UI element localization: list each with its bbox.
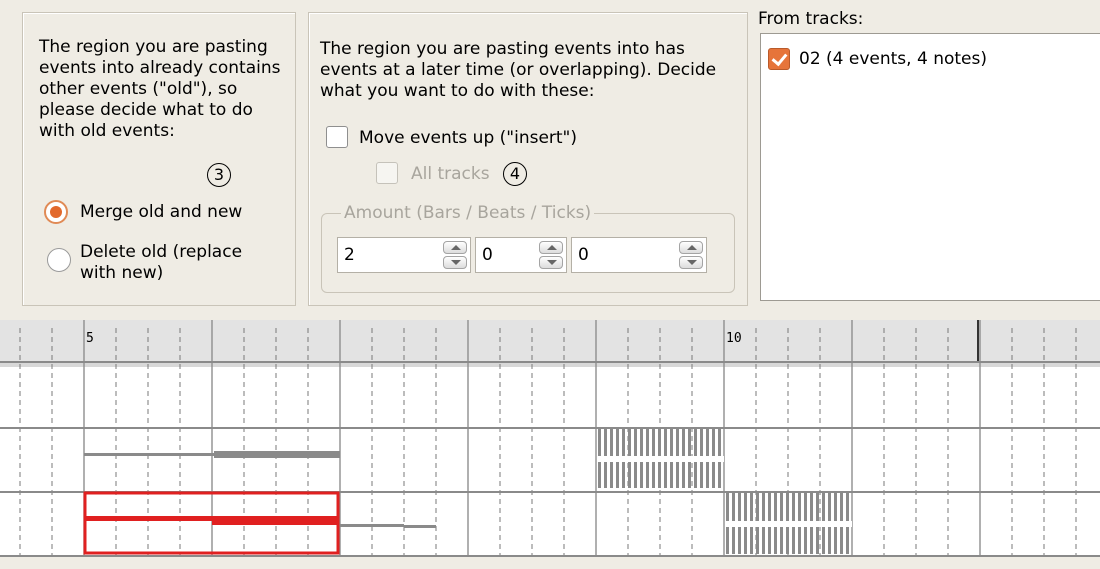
ticks-up-button[interactable] — [679, 241, 703, 254]
note-event — [404, 525, 436, 528]
callout-3: 3 — [207, 163, 231, 187]
callout-4: 4 — [503, 162, 527, 186]
later-events-description: The region you are pasting events into h… — [320, 39, 717, 101]
dense-event-gap — [726, 521, 852, 527]
selected-note-event — [212, 516, 338, 525]
dense-event-gap — [598, 456, 724, 462]
tracks-list[interactable]: 02 (4 events, 4 notes) — [760, 33, 1100, 301]
beats-up-button[interactable] — [539, 241, 563, 254]
bars-down-button[interactable] — [443, 256, 467, 269]
move-events-checkbox[interactable] — [326, 126, 348, 148]
beats-down-button[interactable] — [539, 256, 563, 269]
track-item-label[interactable]: 02 (4 events, 4 notes) — [799, 49, 987, 70]
all-tracks-checkbox[interactable] — [376, 162, 398, 184]
timeline-footer — [0, 556, 1100, 569]
note-event — [340, 524, 404, 527]
ruler-background — [0, 320, 1100, 362]
old-events-description: The region you are pasting events into a… — [39, 37, 281, 141]
later-events-panel: The region you are pasting events into h… — [308, 12, 748, 306]
all-tracks-label: All tracks — [411, 164, 490, 184]
old-events-panel: The region you are pasting events into a… — [22, 12, 296, 306]
delete-old-label[interactable]: Delete old (replace with new) — [80, 242, 270, 284]
note-event — [214, 451, 340, 458]
merge-radio[interactable] — [44, 200, 68, 224]
bars-up-button[interactable] — [443, 241, 467, 254]
track-checkbox-checked[interactable] — [768, 48, 790, 70]
amount-legend: Amount (Bars / Beats / Ticks) — [341, 203, 595, 224]
move-events-label[interactable]: Move events up ("insert") — [359, 128, 577, 149]
delete-old-radio[interactable] — [47, 248, 71, 272]
note-event — [84, 453, 214, 456]
ruler-marker-10: 10 — [726, 331, 742, 346]
merge-label[interactable]: Merge old and new — [80, 202, 242, 223]
ticks-down-button[interactable] — [679, 256, 703, 269]
ruler-marker-5: 5 — [86, 331, 94, 346]
piano-roll[interactable]: 5 10 — [0, 320, 1100, 569]
from-tracks-title: From tracks: — [758, 9, 864, 29]
selected-note-event — [85, 516, 215, 521]
